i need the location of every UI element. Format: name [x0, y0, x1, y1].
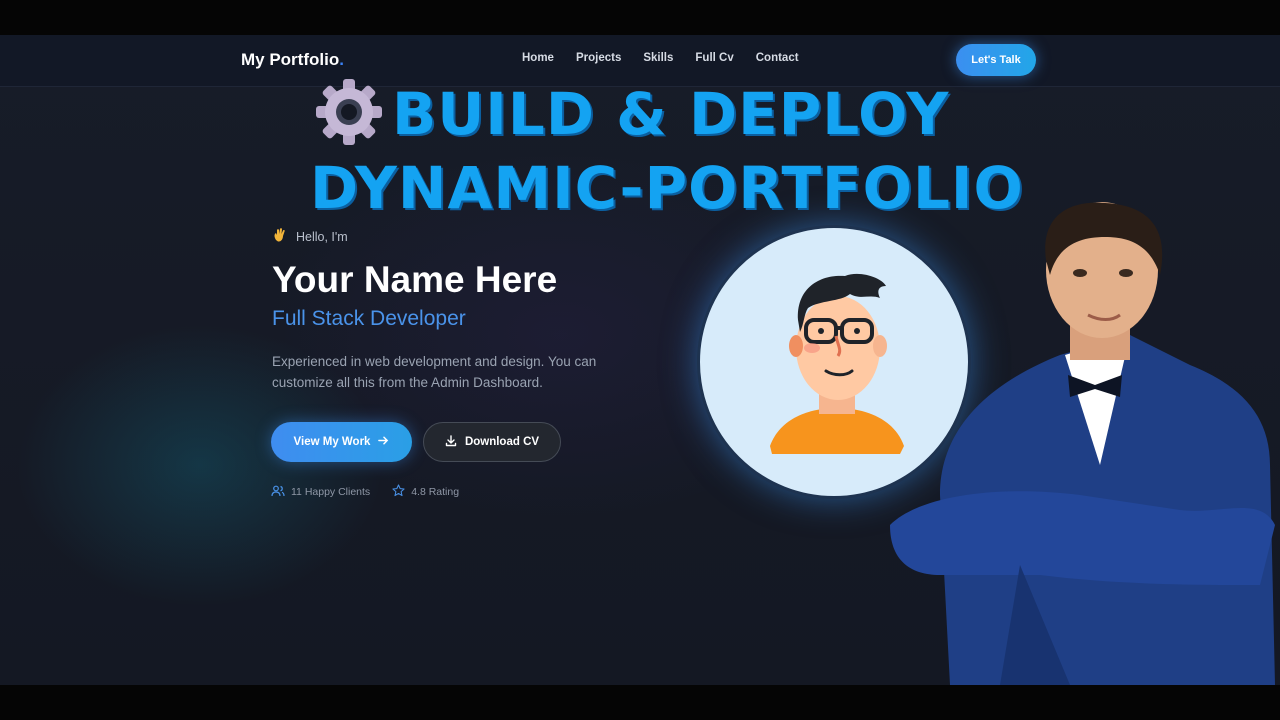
hero-role: Full Stack Developer [272, 307, 466, 330]
video-overlay-title: BUILD & DEPLOY DYNAMIC-PORTFOLIO [310, 77, 1024, 225]
video-letterbox-bottom [0, 685, 1280, 720]
stat-happy-clients-text: 11 Happy Clients [291, 486, 371, 498]
stat-rating-text: 4.8 Rating [411, 486, 460, 498]
presenter-photo [890, 202, 1275, 685]
users-icon [271, 485, 285, 500]
download-cv-button[interactable]: Download CV [423, 422, 561, 462]
nav-link-skills[interactable]: Skills [643, 52, 673, 64]
arrow-right-icon [378, 435, 389, 449]
portfolio-page: My Portfolio. Home Projects Skills Full … [0, 35, 1280, 685]
stat-rating: 4.8 Rating [392, 484, 459, 500]
nav-link-home[interactable]: Home [522, 52, 554, 64]
logo-dot: . [339, 50, 344, 69]
overlay-title-line1: BUILD & DEPLOY [392, 80, 950, 148]
star-icon [392, 484, 405, 500]
gear-icon [316, 79, 382, 145]
video-letterbox-top [0, 0, 1280, 35]
view-my-work-button[interactable]: View My Work [271, 422, 412, 462]
lets-talk-button[interactable]: Let's Talk [956, 44, 1036, 76]
greeting-text: Hello, I'm [296, 230, 348, 244]
hero-name: Your Name Here [272, 259, 558, 300]
hero-stats: 11 Happy Clients 4.8 Rating [271, 484, 459, 500]
site-logo[interactable]: My Portfolio. [241, 50, 344, 70]
nav-link-full-cv[interactable]: Full Cv [695, 52, 733, 64]
greeting: Hello, I'm [272, 227, 348, 247]
nav-links: Home Projects Skills Full Cv Contact [522, 52, 799, 64]
nav-link-contact[interactable]: Contact [756, 52, 799, 64]
nav-link-projects[interactable]: Projects [576, 52, 621, 64]
stat-happy-clients: 11 Happy Clients [271, 484, 370, 500]
view-my-work-label: View My Work [293, 436, 371, 448]
waving-hand-icon [272, 227, 288, 247]
download-icon [445, 434, 457, 450]
overlay-title-line2: DYNAMIC-PORTFOLIO [310, 154, 1024, 222]
hero-description: Experienced in web development and desig… [272, 354, 597, 390]
download-cv-label: Download CV [464, 436, 540, 448]
